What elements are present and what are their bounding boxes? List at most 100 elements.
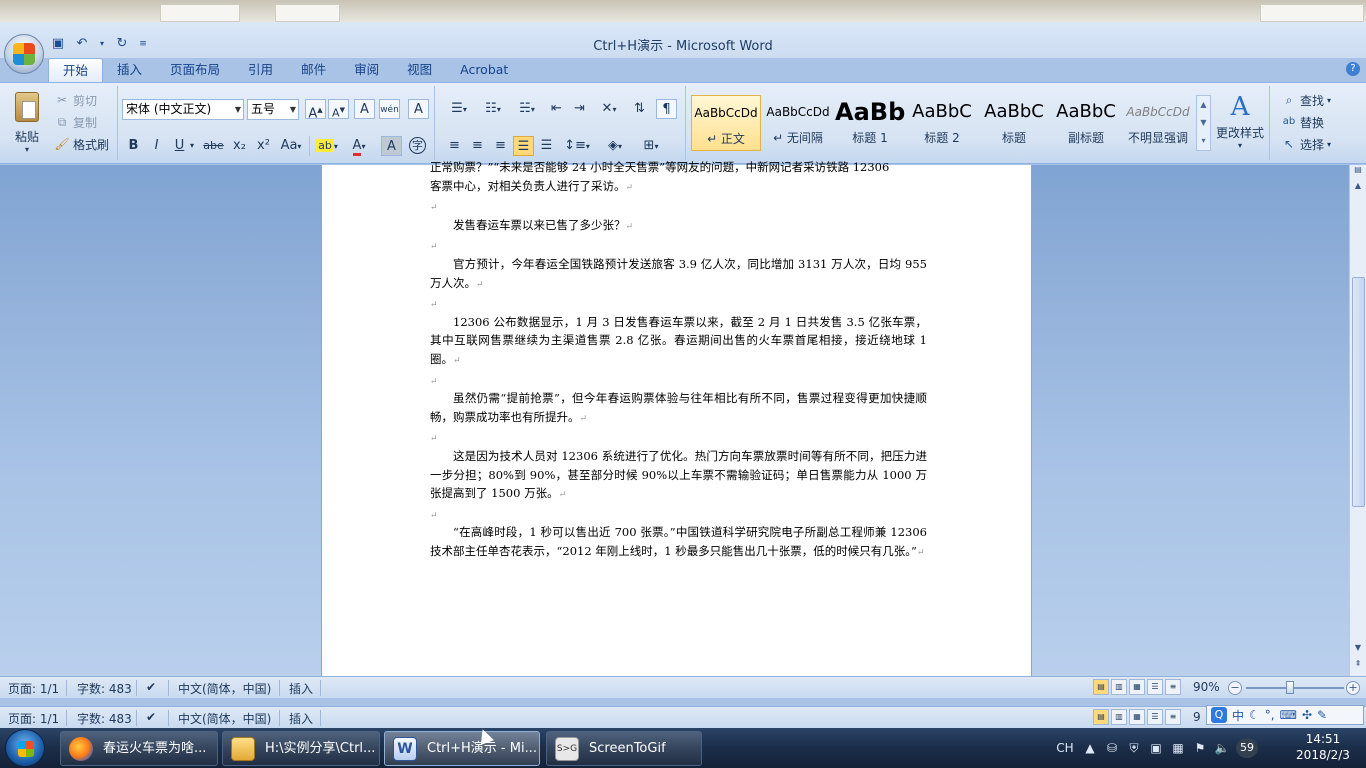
web-layout-icon[interactable]: ▦: [1129, 679, 1145, 695]
ruler-toggle-icon[interactable]: ▤: [1350, 165, 1366, 179]
grow-font-button[interactable]: A▲: [305, 99, 326, 121]
prev-page-icon[interactable]: ⇞: [1350, 659, 1366, 673]
zoom-out-icon[interactable]: −: [1228, 681, 1242, 695]
char-border-button[interactable]: A: [408, 99, 429, 119]
clear-format-button[interactable]: A: [354, 99, 375, 119]
volume-icon[interactable]: 🔈: [1214, 740, 1230, 756]
taskbar-item-firefox[interactable]: 春运火车票为啥...: [60, 731, 218, 766]
pin-icon[interactable]: ✣: [1302, 708, 1312, 722]
style-heading-1[interactable]: AaBb 标题 1: [835, 95, 905, 151]
print-layout-icon[interactable]: ▤: [1093, 679, 1109, 695]
shrink-font-button[interactable]: A▼: [328, 99, 349, 120]
align-center-button[interactable]: ≡: [467, 136, 488, 156]
page-count[interactable]: 页面: 1/1: [8, 680, 59, 697]
moon-icon[interactable]: ☾: [1249, 708, 1260, 722]
shield-icon[interactable]: ⛨: [1126, 740, 1142, 756]
tab-home[interactable]: 开始: [48, 58, 104, 82]
align-right-button[interactable]: ≡: [490, 136, 511, 156]
font-color-button[interactable]: A▾: [345, 136, 373, 156]
sort-button[interactable]: ⇅: [629, 99, 650, 119]
proofing-icon[interactable]: ✔: [146, 680, 156, 694]
styles-scrollbar[interactable]: ▲ ▼ ▾: [1196, 95, 1211, 151]
zoom-slider[interactable]: [1246, 687, 1344, 689]
style-normal[interactable]: AaBbCcDd ↵ 正文: [691, 95, 761, 151]
flag-icon[interactable]: ⚑: [1192, 740, 1208, 756]
strikethrough-button[interactable]: abe: [203, 136, 224, 156]
outline-icon[interactable]: ☰: [1147, 679, 1163, 695]
calendar-icon[interactable]: ▦: [1170, 740, 1186, 756]
font-size-combo[interactable]: 五号 ▼: [247, 99, 299, 120]
superscript-button[interactable]: x²: [253, 136, 274, 156]
ime-logo-icon[interactable]: Q: [1211, 707, 1227, 723]
bold-button[interactable]: B: [123, 136, 144, 156]
word-count[interactable]: 字数: 483: [77, 680, 132, 697]
help-icon[interactable]: ?: [1346, 62, 1360, 76]
select-button[interactable]: ↖ 选择 ▾: [1281, 134, 1331, 154]
shading-button[interactable]: ◈▾: [600, 136, 630, 156]
start-button[interactable]: [5, 729, 45, 767]
numbering-button[interactable]: ☷▾: [478, 99, 508, 119]
language-indicator[interactable]: 中文(简体，中国): [178, 710, 271, 727]
tab-acrobat[interactable]: Acrobat: [446, 58, 522, 82]
zoom-slider-knob[interactable]: [1286, 681, 1295, 694]
bullets-button[interactable]: ☰▾: [444, 99, 474, 119]
clock[interactable]: 14:51 2018/2/3: [1288, 731, 1358, 763]
app-tray-icon[interactable]: ▣: [1148, 740, 1164, 756]
web-layout-icon[interactable]: ▦: [1129, 709, 1145, 725]
scroll-up-icon[interactable]: ▲: [1350, 181, 1366, 195]
distributed-button[interactable]: ☰: [536, 136, 557, 156]
zoom-in-icon[interactable]: +: [1346, 681, 1360, 695]
punctuation-icon[interactable]: °,: [1265, 708, 1275, 722]
multilevel-list-button[interactable]: ☵▾: [512, 99, 542, 119]
highlight-button[interactable]: ab ▾: [313, 136, 341, 156]
line-spacing-button[interactable]: ↕≡▾: [562, 136, 592, 156]
subscript-button[interactable]: x₂: [229, 136, 250, 156]
keyboard-icon[interactable]: ⌨: [1280, 708, 1297, 722]
draft-icon[interactable]: ≡: [1165, 679, 1181, 695]
tab-insert[interactable]: 插入: [103, 58, 156, 82]
copy-button[interactable]: ⧉ 复制: [54, 112, 97, 132]
outline-icon[interactable]: ☰: [1147, 709, 1163, 725]
style-title[interactable]: AaBbC 标题: [979, 95, 1049, 151]
document-body[interactable]: 正常购票？”“未来是否能够 24 小时全天售票”等网友的问题，中新网记者采访铁路…: [430, 160, 927, 562]
network-tray-icon[interactable]: ⛁: [1104, 740, 1120, 756]
style-subtitle[interactable]: AaBbC 副标题: [1051, 95, 1121, 151]
full-screen-reading-icon[interactable]: ▥: [1111, 709, 1127, 725]
increase-indent-button[interactable]: ⇥: [569, 99, 590, 119]
char-shading-button[interactable]: A: [381, 136, 402, 156]
language-bar[interactable]: CH: [1054, 740, 1076, 756]
find-button[interactable]: ⌕ 查找 ▾: [1281, 90, 1331, 110]
font-name-combo[interactable]: 宋体 (中文正文) ▼: [122, 99, 244, 120]
insert-mode[interactable]: 插入: [289, 710, 313, 727]
tab-references[interactable]: 引用: [234, 58, 287, 82]
taskbar-item-screentogif[interactable]: S>G ScreenToGif: [546, 731, 702, 766]
document-page[interactable]: 正常购票？”“未来是否能够 24 小时全天售票”等网友的问题，中新网记者采访铁路…: [321, 160, 1032, 676]
style-subtle-emphasis[interactable]: AaBbCcDd 不明显强调: [1123, 95, 1193, 151]
page-count[interactable]: 页面: 1/1: [8, 710, 59, 727]
borders-button[interactable]: ⊞▾: [636, 136, 666, 156]
wrench-icon[interactable]: ✎: [1317, 708, 1327, 722]
zoom-level[interactable]: 90%: [1193, 680, 1220, 694]
taskbar-item-word[interactable]: W Ctrl+H演示 - Mi...: [384, 731, 540, 766]
scroll-down-icon[interactable]: ▼: [1350, 643, 1366, 657]
zoom-level-partial[interactable]: 9: [1193, 710, 1201, 724]
full-screen-reading-icon[interactable]: ▥: [1111, 679, 1127, 695]
tab-view[interactable]: 视图: [393, 58, 446, 82]
decrease-indent-button[interactable]: ⇤: [546, 99, 567, 119]
show-marks-button[interactable]: ¶: [656, 99, 677, 119]
insert-mode[interactable]: 插入: [289, 680, 313, 697]
show-hidden-icons[interactable]: ▲: [1082, 740, 1098, 756]
language-indicator[interactable]: 中文(简体，中国): [178, 680, 271, 697]
cut-button[interactable]: ✂ 剪切: [54, 90, 97, 110]
phonetic-guide-button[interactable]: wén: [379, 99, 400, 119]
tab-page-layout[interactable]: 页面布局: [156, 58, 234, 82]
replace-button[interactable]: ab 替换: [1281, 112, 1324, 132]
taskbar-item-explorer[interactable]: H:\实例分享\Ctrl...: [222, 731, 380, 766]
vertical-scrollbar[interactable]: ▤ ▲ ▼ ⇞: [1349, 165, 1366, 676]
tray-badge[interactable]: 59: [1236, 738, 1258, 758]
ime-mode[interactable]: 中: [1232, 707, 1244, 724]
draft-icon[interactable]: ≡: [1165, 709, 1181, 725]
justify-button[interactable]: ☰: [513, 136, 534, 156]
align-left-button[interactable]: ≡: [444, 136, 465, 156]
style-heading-2[interactable]: AaBbC 标题 2: [907, 95, 977, 151]
